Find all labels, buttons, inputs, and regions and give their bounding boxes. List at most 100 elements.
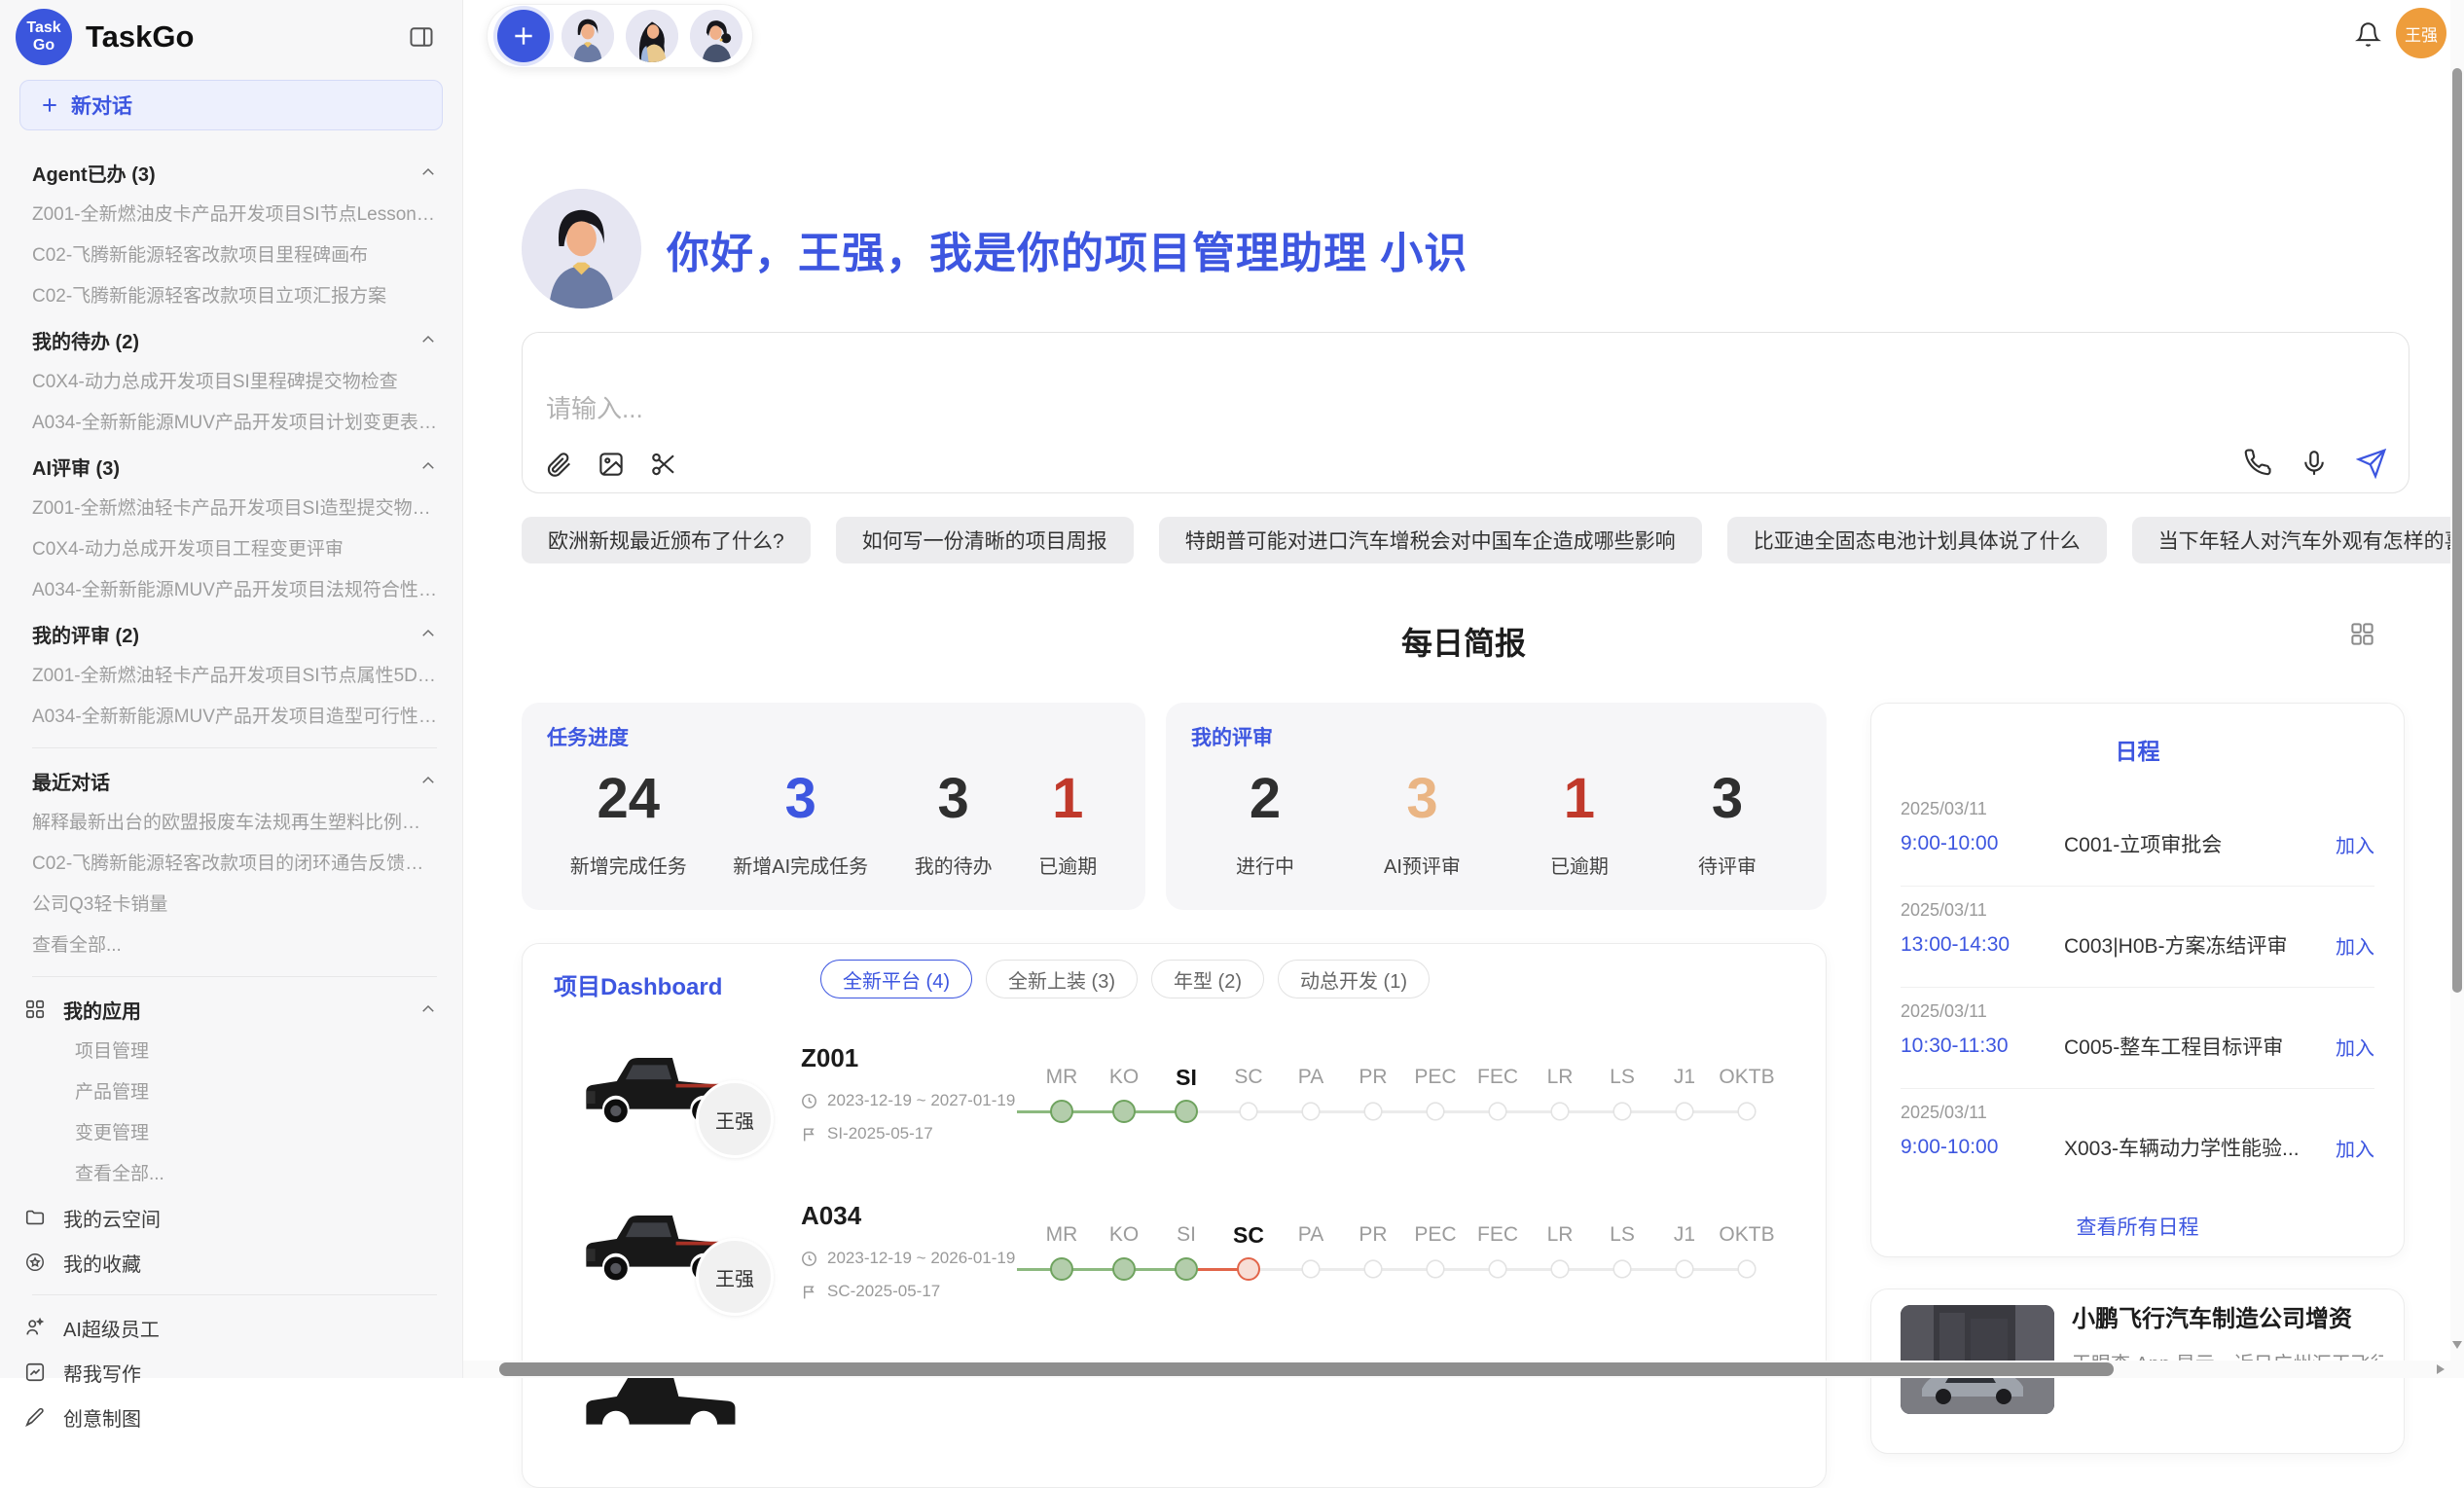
recent-view-all[interactable]: 查看全部... [32, 925, 437, 966]
sidebar-section-my-todo[interactable]: 我的待办 (2) [32, 317, 437, 362]
milestone: SI [1155, 1061, 1217, 1123]
send-button[interactable] [2356, 448, 2387, 479]
schedule-time: 13:00-14:30 [1901, 933, 2064, 957]
dashboard-filter-chip[interactable]: 全新上装 (3) [986, 960, 1138, 998]
sidebar-item-cloud-space[interactable]: 我的云空间 [24, 1195, 437, 1240]
recent-chat-item[interactable]: C02-飞腾新能源轻客改款项目的闭环通告反馈情况 [32, 844, 437, 885]
schedule-item: 2025/03/11 10:30-11:30 C005-整车工程目标评审 加入 [1901, 988, 2374, 1089]
recent-chat-item[interactable]: 公司Q3轻卡销量 [32, 885, 437, 925]
sidebar-item-my-apps[interactable]: 我的应用 [24, 987, 437, 1032]
dashboard-filter-chip[interactable]: 动总开发 (1) [1278, 960, 1430, 998]
sidebar-item[interactable]: C02-飞腾新能源轻客改款项目立项汇报方案 [32, 276, 437, 317]
section-title: AI评审 (3) [32, 453, 120, 481]
image-icon [597, 450, 626, 479]
milestone: SI [1155, 1218, 1217, 1281]
briefing-layout-button[interactable] [2349, 621, 2375, 647]
message-input[interactable] [546, 389, 2006, 440]
milestone-dot [1112, 1257, 1136, 1281]
snippet-button[interactable] [649, 450, 678, 479]
schedule-date: 2025/03/11 [1901, 900, 2374, 921]
view-all-schedule-link[interactable]: 查看所有日程 [1871, 1212, 2404, 1241]
recent-chat-items: 解释最新出台的欧盟报废车法规再生塑料比例被调至15%...C02-飞腾新能源轻客… [32, 803, 437, 925]
sidebar-item[interactable]: C02-飞腾新能源轻客改款项目里程碑画布 [32, 236, 437, 276]
suggestion-chip[interactable]: 当下年轻人对汽车外观有怎样的喜好趋势 [2132, 517, 2464, 563]
add-contact-button[interactable] [497, 10, 550, 62]
sidebar-item[interactable]: Z001-全新燃油皮卡产品开发项目SI节点Lesson Learn报告 [32, 195, 437, 236]
stat-value: 3 [733, 765, 868, 833]
image-upload-button[interactable] [597, 450, 626, 479]
app-item[interactable]: 变更管理 [75, 1113, 437, 1154]
news-image [1901, 1305, 2054, 1414]
dashboard-filter-chip[interactable]: 年型 (2) [1151, 960, 1264, 998]
sidebar-item-creative-draw[interactable]: 创意制图 [24, 1395, 437, 1439]
attach-button[interactable] [544, 450, 573, 479]
message-composer [522, 332, 2410, 493]
avatar-contact-3[interactable] [690, 10, 743, 62]
project-row-a034[interactable]: 王强 A034 2023-12-19 ~ 2026-01-19 SC-2025-… [523, 1195, 1826, 1361]
scroll-down-arrow-icon[interactable] [2452, 1341, 2462, 1349]
suggestion-chip[interactable]: 比亚迪全固态电池计划具体说了什么 [1727, 517, 2107, 563]
suggestion-chip[interactable]: 特朗普可能对进口汽车增税会对中国车企造成哪些影响 [1159, 517, 1702, 563]
sidebar-item[interactable]: A034-全新新能源MUV产品开发项目计划变更表编写 [32, 403, 437, 444]
app-item[interactable]: 查看全部... [75, 1154, 437, 1195]
new-chat-label: 新对话 [71, 91, 132, 120]
pen-icon [24, 1406, 46, 1428]
avatar-contact-1[interactable] [562, 10, 614, 62]
project-row-z001[interactable]: 王强 Z001 2023-12-19 ~ 2027-01-19 SI-2025-… [523, 1037, 1826, 1203]
app-item[interactable]: 项目管理 [75, 1032, 437, 1072]
sidebar-item[interactable]: A034-全新新能源MUV产品开发项目法规符合性评审 [32, 570, 437, 611]
suggestion-chip[interactable]: 如何写一份清晰的项目周报 [836, 517, 1134, 563]
schedule-event-title: C001-立项审批会 [2064, 829, 2336, 858]
join-meeting-link[interactable]: 加入 [2336, 830, 2374, 858]
chevron-up-icon [419, 457, 437, 475]
project-owner-badge: 王强 [696, 1238, 774, 1316]
milestone-dot [1675, 1259, 1693, 1278]
avatar-contact-2[interactable] [626, 10, 678, 62]
milestone-dot [1363, 1102, 1382, 1120]
milestone: MR [1031, 1061, 1093, 1123]
sidebar-item-ai-employee[interactable]: AI超级员工 [24, 1305, 437, 1350]
layout-grid-icon [2349, 621, 2375, 647]
scroll-right-arrow-icon[interactable] [2437, 1364, 2445, 1374]
join-meeting-link[interactable]: 加入 [2336, 931, 2374, 960]
sidebar-item[interactable]: C0X4-动力总成开发项目工程变更评审 [32, 529, 437, 570]
new-chat-button[interactable]: 新对话 [19, 80, 443, 130]
sidebar-item-help-write[interactable]: 帮我写作 [24, 1350, 437, 1395]
milestone-label: FEC [1477, 1061, 1518, 1094]
voice-call-button[interactable] [2243, 449, 2272, 478]
milestone: PEC [1404, 1061, 1467, 1123]
join-meeting-link[interactable]: 加入 [2336, 1033, 2374, 1061]
milestone-label: SI [1177, 1218, 1196, 1252]
vertical-scrollbar-thumb[interactable] [2452, 68, 2462, 993]
milestone-label: SI [1176, 1061, 1197, 1094]
project-flag-text: SI-2025-05-17 [827, 1121, 933, 1146]
microphone-button[interactable] [2300, 449, 2329, 478]
sidebar-section-ai-review[interactable]: AI评审 (3) [32, 444, 437, 489]
sidebar-section-my-review[interactable]: 我的评审 (2) [32, 611, 437, 656]
horizontal-scrollbar-thumb[interactable] [499, 1362, 2114, 1376]
quick-avatars-bar [487, 4, 753, 68]
milestone-dot [1488, 1102, 1506, 1120]
notification-bell-button[interactable] [2355, 21, 2381, 48]
sidebar-collapse-button[interactable] [406, 21, 437, 53]
greeting: 你好，王强，我是你的项目管理助理 小识 [522, 189, 1468, 308]
sidebar-section-recent-chats[interactable]: 最近对话 [32, 758, 437, 803]
app-item[interactable]: 产品管理 [75, 1072, 437, 1113]
milestone-label: PR [1359, 1218, 1387, 1252]
user-avatar[interactable]: 王强 [2396, 8, 2446, 58]
sidebar-item[interactable]: Z001-全新燃油轻卡产品开发项目SI节点属性5D文件评审 [32, 656, 437, 697]
milestone-label: PEC [1414, 1061, 1456, 1094]
join-meeting-link[interactable]: 加入 [2336, 1134, 2374, 1162]
sidebar-item-favorites[interactable]: 我的收藏 [24, 1240, 437, 1285]
sidebar-item[interactable]: A034-全新新能源MUV产品开发项目造型可行性评审 [32, 697, 437, 738]
sidebar-item[interactable]: Z001-全新燃油轻卡产品开发项目SI造型提交物评审 [32, 489, 437, 529]
stat-label: 已逾期 [1038, 851, 1097, 879]
milestone-label: KO [1109, 1061, 1139, 1094]
composer-left-tools [544, 450, 678, 479]
sidebar-section-agent-done[interactable]: Agent已办 (3) [32, 150, 437, 195]
recent-chat-item[interactable]: 解释最新出台的欧盟报废车法规再生塑料比例被调至15%... [32, 803, 437, 844]
schedule-time: 10:30-11:30 [1901, 1034, 2064, 1058]
suggestion-chip[interactable]: 欧洲新规最近颁布了什么? [522, 517, 811, 563]
sidebar-item[interactable]: C0X4-动力总成开发项目SI里程碑提交物检查 [32, 362, 437, 403]
dashboard-filter-chip[interactable]: 全新平台 (4) [820, 960, 972, 998]
